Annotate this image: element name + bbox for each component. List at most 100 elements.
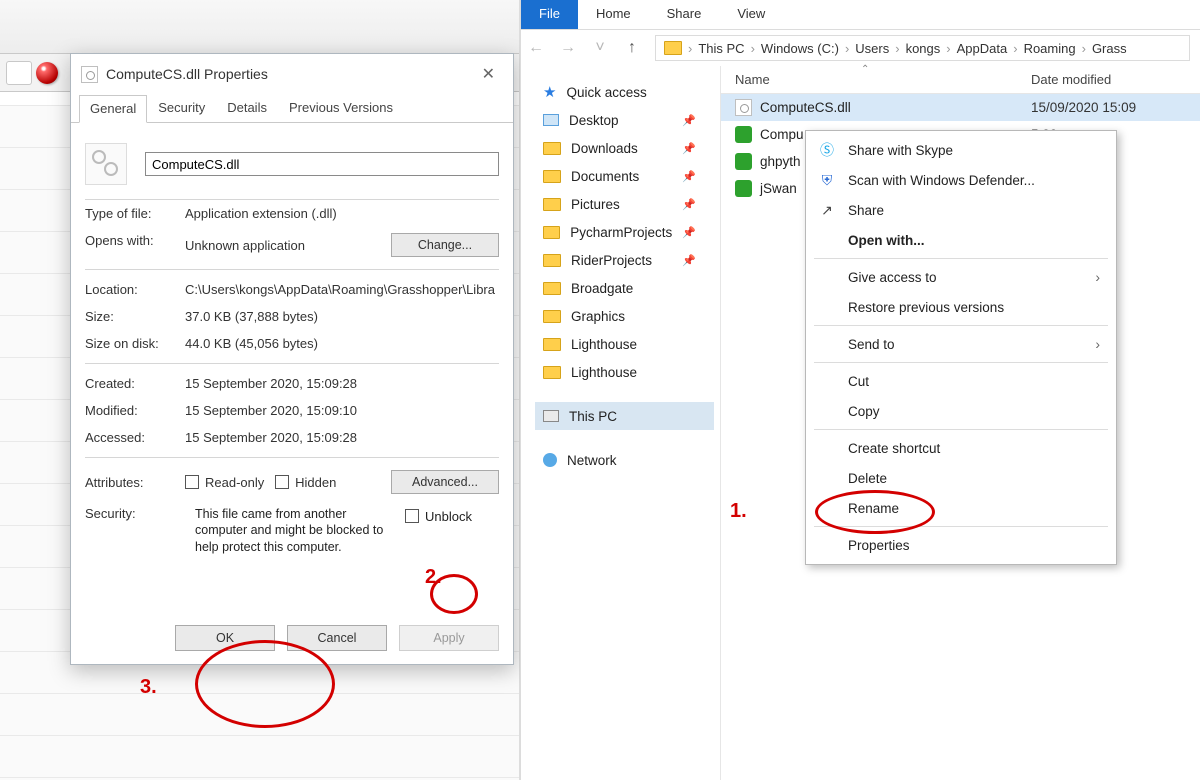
star-icon: ★ <box>543 83 556 101</box>
folder-icon <box>543 226 560 239</box>
tabs: General Security Details Previous Versio… <box>71 94 513 123</box>
tab-general[interactable]: General <box>79 95 147 123</box>
nav-downloads[interactable]: Downloads📌 <box>535 134 714 162</box>
ribbon-tab-home[interactable]: Home <box>578 0 649 29</box>
modified-value: 15 September 2020, 15:09:10 <box>185 403 499 418</box>
up-button[interactable]: ↑ <box>623 39 641 57</box>
context-menu: ⓈShare with Skype ⛨Scan with Windows Def… <box>805 130 1117 565</box>
ctx-properties[interactable]: Properties <box>806 530 1116 560</box>
record-icon[interactable] <box>36 62 58 84</box>
folder-icon <box>543 366 561 379</box>
dialog-title: ComputeCS.dll Properties <box>106 66 268 82</box>
type-label: Type of file: <box>85 206 185 221</box>
recent-button[interactable]: ˅ <box>591 39 609 57</box>
advanced-button[interactable]: Advanced... <box>391 470 499 494</box>
readonly-checkbox[interactable]: Read-only <box>185 475 264 490</box>
nav-graphics[interactable]: Graphics <box>535 302 714 330</box>
dll-icon <box>735 99 752 116</box>
nav-desktop[interactable]: Desktop📌 <box>535 106 714 134</box>
col-modified[interactable]: Date modified <box>1021 72 1200 87</box>
unblock-checkbox[interactable]: Unblock <box>405 509 472 524</box>
gha-icon <box>735 126 752 143</box>
ctx-send-to[interactable]: Send to› <box>806 329 1116 359</box>
ctx-share-skype[interactable]: ⓈShare with Skype <box>806 135 1116 165</box>
tab-previous[interactable]: Previous Versions <box>278 94 404 122</box>
tool-button[interactable] <box>6 61 32 85</box>
ctx-share[interactable]: ↗Share <box>806 195 1116 225</box>
ribbon-tab-view[interactable]: View <box>719 0 783 29</box>
file-icon <box>85 143 127 185</box>
col-name[interactable]: Name <box>721 72 1021 87</box>
ctx-restore-prev[interactable]: Restore previous versions <box>806 292 1116 322</box>
hidden-checkbox[interactable]: Hidden <box>275 475 336 490</box>
folder-icon <box>543 198 561 211</box>
ctx-rename[interactable]: Rename <box>806 493 1116 523</box>
nav-network[interactable]: Network <box>535 446 714 474</box>
ctx-scan-defender[interactable]: ⛨Scan with Windows Defender... <box>806 165 1116 195</box>
ctx-open-with[interactable]: Open with... <box>806 225 1116 255</box>
ctx-create-shortcut[interactable]: Create shortcut <box>806 433 1116 463</box>
back-button[interactable]: ← <box>527 39 545 57</box>
opens-value: Unknown application <box>185 238 305 253</box>
sod-label: Size on disk: <box>85 336 185 351</box>
location-label: Location: <box>85 282 185 297</box>
nav-this-pc[interactable]: This PC <box>535 402 714 430</box>
cancel-button[interactable]: Cancel <box>287 625 387 651</box>
attributes-label: Attributes: <box>85 475 185 490</box>
forward-button[interactable]: → <box>559 39 577 57</box>
gear-icon <box>104 162 118 176</box>
chevron-right-icon: › <box>1095 269 1100 285</box>
pin-icon: 📌 <box>682 142 696 155</box>
share-icon: ↗ <box>818 201 836 219</box>
accessed-value: 15 September 2020, 15:09:28 <box>185 430 499 445</box>
folder-icon <box>543 282 561 295</box>
folder-icon <box>664 41 682 55</box>
nav-lighthouse1[interactable]: Lighthouse <box>535 330 714 358</box>
nav-quick-access[interactable]: ★Quick access <box>535 78 714 106</box>
size-label: Size: <box>85 309 185 324</box>
pin-icon: 📌 <box>682 170 696 183</box>
pc-icon <box>543 410 559 422</box>
shield-icon: ⛨ <box>818 171 836 189</box>
tab-security[interactable]: Security <box>147 94 216 122</box>
folder-icon <box>543 142 561 155</box>
ctx-cut[interactable]: Cut <box>806 366 1116 396</box>
ctx-delete[interactable]: Delete <box>806 463 1116 493</box>
created-label: Created: <box>85 376 185 391</box>
folder-icon <box>543 310 561 323</box>
desktop-icon <box>543 114 559 126</box>
nav-pycharm[interactable]: PycharmProjects📌 <box>535 218 714 246</box>
security-message: This file came from another computer and… <box>195 506 395 555</box>
pin-icon: 📌 <box>682 198 696 211</box>
ctx-copy[interactable]: Copy <box>806 396 1116 426</box>
network-icon <box>543 453 557 467</box>
ctx-give-access[interactable]: Give access to› <box>806 262 1116 292</box>
sort-caret-icon: ⌃ <box>861 64 869 75</box>
change-button[interactable]: Change... <box>391 233 499 257</box>
filename-input[interactable] <box>145 152 499 176</box>
file-row[interactable]: ComputeCS.dll 15/09/2020 15:09 <box>721 94 1200 121</box>
breadcrumb[interactable]: ›This PC ›Windows (C:) ›Users ›kongs ›Ap… <box>655 35 1190 61</box>
properties-dialog: ComputeCS.dll Properties ✕ General Secur… <box>70 53 514 665</box>
ribbon-tab-file[interactable]: File <box>521 0 578 29</box>
pin-icon: 📌 <box>682 226 696 239</box>
folder-icon <box>543 338 561 351</box>
ribbon-tab-share[interactable]: Share <box>649 0 720 29</box>
ok-button[interactable]: OK <box>175 625 275 651</box>
gear-icon <box>92 150 106 164</box>
close-button[interactable]: ✕ <box>474 60 503 88</box>
nav-broadgate[interactable]: Broadgate <box>535 274 714 302</box>
gha-icon <box>735 153 752 170</box>
chevron-right-icon: › <box>1095 336 1100 352</box>
type-value: Application extension (.dll) <box>185 206 499 221</box>
gha-icon <box>735 180 752 197</box>
nav-documents[interactable]: Documents📌 <box>535 162 714 190</box>
nav-pictures[interactable]: Pictures📌 <box>535 190 714 218</box>
nav-rider[interactable]: RiderProjects📌 <box>535 246 714 274</box>
nav-pane: ★Quick access Desktop📌 Downloads📌 Docume… <box>521 66 721 780</box>
apply-button[interactable]: Apply <box>399 625 499 651</box>
nav-lighthouse2[interactable]: Lighthouse <box>535 358 714 386</box>
tab-details[interactable]: Details <box>216 94 278 122</box>
dll-icon <box>81 66 98 83</box>
created-value: 15 September 2020, 15:09:28 <box>185 376 499 391</box>
